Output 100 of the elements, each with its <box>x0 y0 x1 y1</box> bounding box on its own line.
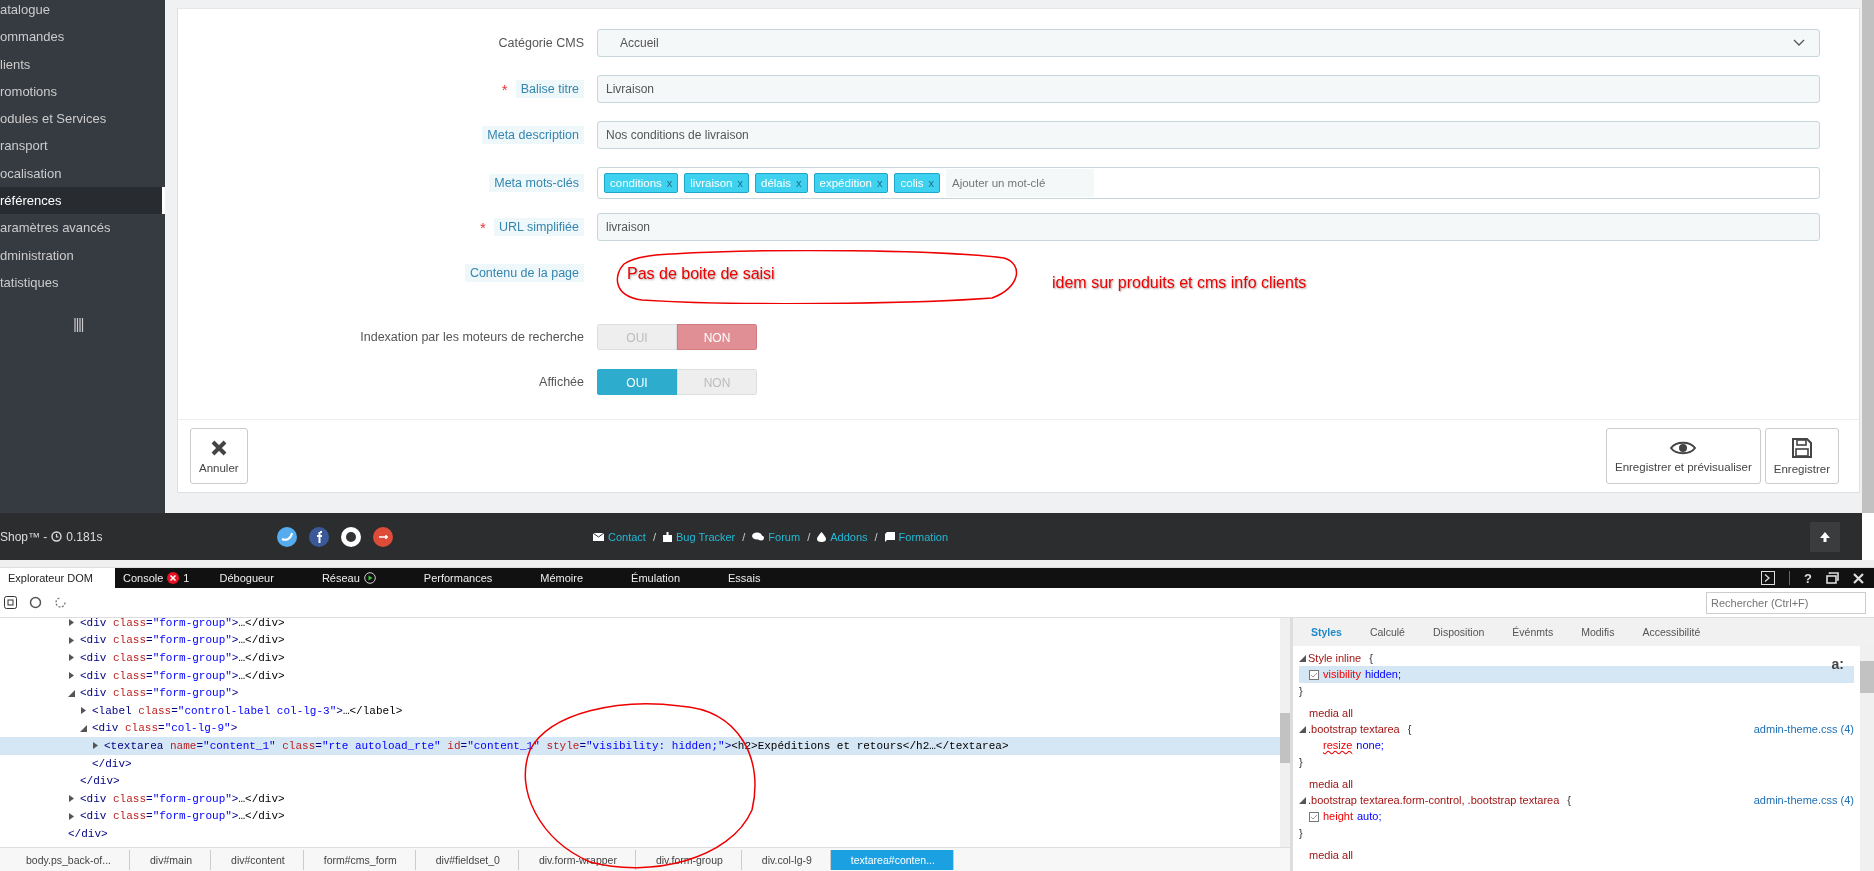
sidebar-item[interactable]: odules et Services <box>0 105 165 133</box>
devtools-tab[interactable]: Émulation <box>623 568 721 588</box>
undock-icon[interactable] <box>1826 572 1839 584</box>
expanded-arrow-icon[interactable] <box>1299 725 1306 733</box>
sidebar-item[interactable]: aramètres avancés <box>0 214 165 242</box>
splitter-handle[interactable] <box>0 560 1874 568</box>
devtools-tab[interactable]: Mémoire <box>532 568 624 588</box>
dom-node-line[interactable]: </div> <box>92 757 132 770</box>
collapsed-arrow-icon[interactable] <box>68 795 75 803</box>
console-icon[interactable] <box>1761 571 1776 585</box>
checkbox[interactable] <box>1309 811 1319 822</box>
footer-link[interactable]: Formation <box>898 530 949 543</box>
breadcrumb-item[interactable]: div#content <box>211 849 304 870</box>
sidebar-item[interactable]: ransport <box>0 132 165 160</box>
dom-node-line[interactable]: <div class="form-group">…</div> <box>80 810 285 823</box>
dom-node-line[interactable]: </div> <box>80 775 120 788</box>
dom-node-line[interactable]: </div> <box>68 827 108 840</box>
collapsed-arrow-icon[interactable] <box>92 742 99 750</box>
help-button[interactable]: ? <box>1804 570 1812 586</box>
breadcrumb-item[interactable]: div.col-lg-9 <box>741 849 831 870</box>
media-query: media all <box>1308 777 1355 792</box>
css-value[interactable]: none; <box>1356 737 1384 754</box>
keyword-input[interactable]: Ajouter un mot-clé <box>946 169 1094 197</box>
styles-tab[interactable]: Modifis <box>1581 626 1615 638</box>
save-preview-button[interactable]: Enregistrer et prévisualiser <box>1605 428 1761 484</box>
devtools-tab[interactable]: Explorateur DOM <box>0 568 115 588</box>
collapsed-arrow-icon[interactable] <box>80 707 87 715</box>
social-icon[interactable] <box>341 526 361 547</box>
expanded-arrow-icon[interactable] <box>68 689 75 697</box>
sidebar-item[interactable]: tatistiques <box>0 268 165 297</box>
source-link[interactable]: admin-theme.css (4) <box>1753 792 1854 808</box>
collapsed-arrow-icon[interactable] <box>68 619 75 627</box>
devtools-tab[interactable]: Débogueur <box>211 568 314 588</box>
text-field[interactable]: Livraison <box>597 75 1820 103</box>
social-icon[interactable] <box>373 526 393 547</box>
css-property[interactable]: height <box>1323 808 1353 825</box>
dom-node-line[interactable]: <label class="control-label col-lg-3">…</label> <box>92 704 403 717</box>
save-button[interactable]: Enregistrer <box>1764 428 1839 484</box>
sidebar-item[interactable]: lients <box>0 50 165 78</box>
footer-link[interactable]: Forum <box>768 530 801 543</box>
search-field[interactable]: Rechercher (Ctrl+F) <box>1706 591 1866 614</box>
expanded-arrow-icon[interactable] <box>1299 654 1306 662</box>
breadcrumb-item[interactable]: div#main <box>130 849 212 870</box>
required-mark: * <box>501 80 508 98</box>
collapsed-arrow-icon[interactable] <box>68 654 75 662</box>
menu-collapse-icon[interactable] <box>74 318 84 333</box>
text-field[interactable]: Nos conditions de livraison <box>597 121 1820 149</box>
dom-node-line[interactable]: <div class="form-group"> <box>80 687 239 700</box>
css-value[interactable]: hidden; <box>1364 666 1401 683</box>
expanded-arrow-icon[interactable] <box>80 724 87 732</box>
footer-link[interactable]: Addons <box>830 530 868 543</box>
dom-node-line[interactable]: <div class="form-group">…</div> <box>80 792 285 805</box>
sidebar-item[interactable]: références <box>0 187 165 215</box>
sidebar-item[interactable]: ocalisation <box>0 159 165 188</box>
sidebar-item[interactable]: ommandes <box>0 23 165 51</box>
devtools-tab[interactable]: Réseau <box>313 568 416 588</box>
breadcrumb-item[interactable]: form#cms_form <box>303 849 416 870</box>
pseudo-class-toggle[interactable]: a: <box>1831 656 1844 672</box>
dom-node-line[interactable]: <div class="form-group">…</div> <box>80 634 285 647</box>
social-icon[interactable] <box>309 526 329 547</box>
circle-icon[interactable] <box>29 596 42 609</box>
dom-node-line[interactable]: <div class="form-group">…</div> <box>80 652 285 664</box>
scrollbar[interactable] <box>1862 0 1874 513</box>
close-icon[interactable] <box>1853 572 1864 584</box>
breadcrumb-item[interactable]: body.ps_back-of... <box>6 849 131 870</box>
css-property[interactable]: visibility <box>1323 666 1361 683</box>
css-property[interactable]: resize <box>1323 737 1353 754</box>
dom-node-line[interactable]: <div class="form-group">…</div> <box>80 669 285 682</box>
collapsed-arrow-icon[interactable] <box>68 812 75 820</box>
arrow-up-icon <box>1820 531 1830 542</box>
breadcrumb-item[interactable]: div#fieldset_0 <box>415 849 519 870</box>
cancel-button[interactable]: Annuler <box>190 428 248 484</box>
collapsed-arrow-icon[interactable] <box>68 672 75 680</box>
scrollbar[interactable] <box>1860 646 1874 871</box>
sidebar-item[interactable]: atalogue <box>0 0 165 24</box>
footer-link[interactable]: Bug Tracker <box>676 530 736 543</box>
select-element-icon[interactable] <box>4 596 17 609</box>
social-icon[interactable] <box>277 526 297 547</box>
styles-tab[interactable]: Événmts <box>1512 626 1554 638</box>
sidebar-item[interactable]: romotions <box>0 77 165 106</box>
devtools-tab[interactable]: Console 1 <box>115 568 212 588</box>
css-value[interactable]: auto; <box>1357 808 1382 825</box>
scroll-to-top-button[interactable] <box>1810 521 1840 552</box>
checkbox[interactable] <box>1309 669 1319 680</box>
dom-node-line[interactable]: <div class="col-lg-9"> <box>92 722 238 735</box>
text-field[interactable]: livraison <box>597 213 1820 241</box>
styles-tab[interactable]: Accessibilité <box>1642 626 1701 638</box>
expanded-arrow-icon[interactable] <box>1299 796 1306 804</box>
devtools-tab[interactable]: Performances <box>415 568 533 588</box>
footer-link[interactable]: Contact <box>608 530 646 543</box>
sidebar-item[interactable]: dministration <box>0 241 165 269</box>
styles-tab[interactable]: Disposition <box>1432 626 1485 638</box>
refresh-icon[interactable] <box>54 596 67 609</box>
styles-tab[interactable]: Calculé <box>1369 626 1405 638</box>
source-link[interactable]: admin-theme.css (4) <box>1753 721 1854 737</box>
scrollbar[interactable] <box>1280 618 1290 847</box>
collapsed-arrow-icon[interactable] <box>68 636 75 644</box>
dom-node-line[interactable]: <div class="form-group">…</div> <box>80 616 285 629</box>
select-field[interactable]: Accueil <box>597 29 1820 57</box>
devtools-tab[interactable]: Essais <box>720 568 801 588</box>
